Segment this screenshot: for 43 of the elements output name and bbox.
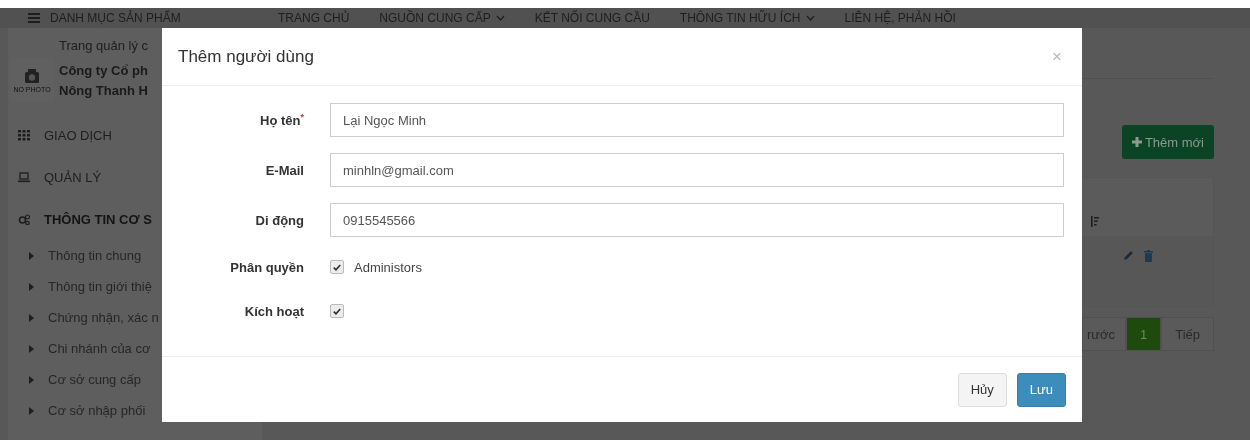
triangle-icon bbox=[29, 313, 34, 322]
input-field[interactable]: minhln@gmail.com bbox=[330, 153, 1064, 187]
checkbox[interactable] bbox=[330, 304, 344, 318]
pagination-button[interactable]: 1 bbox=[1125, 317, 1162, 351]
check-icon bbox=[333, 307, 341, 315]
triangle-icon bbox=[29, 344, 34, 353]
triangle-icon bbox=[29, 282, 34, 291]
menu-icon bbox=[28, 13, 40, 23]
cancel-button[interactable]: Hủy bbox=[957, 372, 1007, 407]
sidebar-subitem[interactable]: Cơ sở nhập phối bbox=[8, 395, 262, 426]
grid-icon bbox=[18, 129, 30, 141]
sidebar-item[interactable]: QUẢN LÝ bbox=[8, 156, 262, 198]
field-label: Di động bbox=[254, 212, 305, 228]
field-label: Kích hoạt bbox=[243, 303, 305, 319]
checkbox-label: Administors bbox=[354, 259, 422, 275]
sort-icon bbox=[1091, 216, 1099, 228]
input-field[interactable]: 0915545566 bbox=[330, 203, 1064, 237]
gears-icon bbox=[18, 213, 30, 225]
company-name: Công ty Cổ ph bbox=[59, 62, 149, 80]
trash-icon bbox=[1144, 250, 1153, 262]
check-icon bbox=[333, 263, 341, 271]
triangle-icon bbox=[29, 406, 34, 415]
triangle-icon bbox=[29, 251, 34, 260]
caret-icon bbox=[495, 15, 505, 21]
laptop-icon bbox=[18, 171, 30, 183]
checkbox[interactable] bbox=[330, 260, 344, 274]
sidebar-item[interactable]: GIAO DỊCH bbox=[8, 114, 262, 156]
caret-icon bbox=[805, 15, 815, 21]
save-button[interactable]: Lưu bbox=[1016, 372, 1066, 407]
input-field[interactable]: Lại Ngọc Minh bbox=[330, 103, 1064, 137]
field-label: E-Mail bbox=[264, 162, 305, 178]
sidebar-subitem[interactable]: Cơ sở cung cấp bbox=[8, 364, 262, 395]
sidebar-subitem[interactable]: Chi nhánh của cơ bbox=[8, 333, 262, 364]
plus-icon bbox=[1131, 137, 1142, 147]
add-button[interactable]: Thêm mới bbox=[1121, 125, 1214, 159]
company-name: Nông Thanh H bbox=[59, 82, 149, 100]
dialog-title: Thêm người dùng bbox=[178, 46, 314, 67]
page-title: Trang quản lý c bbox=[59, 38, 149, 53]
camera-icon bbox=[24, 67, 40, 84]
field-label: Họ tên$^{*}$ bbox=[259, 111, 305, 129]
pencil-icon bbox=[1123, 250, 1134, 261]
triangle-icon bbox=[29, 375, 34, 384]
close-button[interactable]: × bbox=[1048, 46, 1066, 67]
